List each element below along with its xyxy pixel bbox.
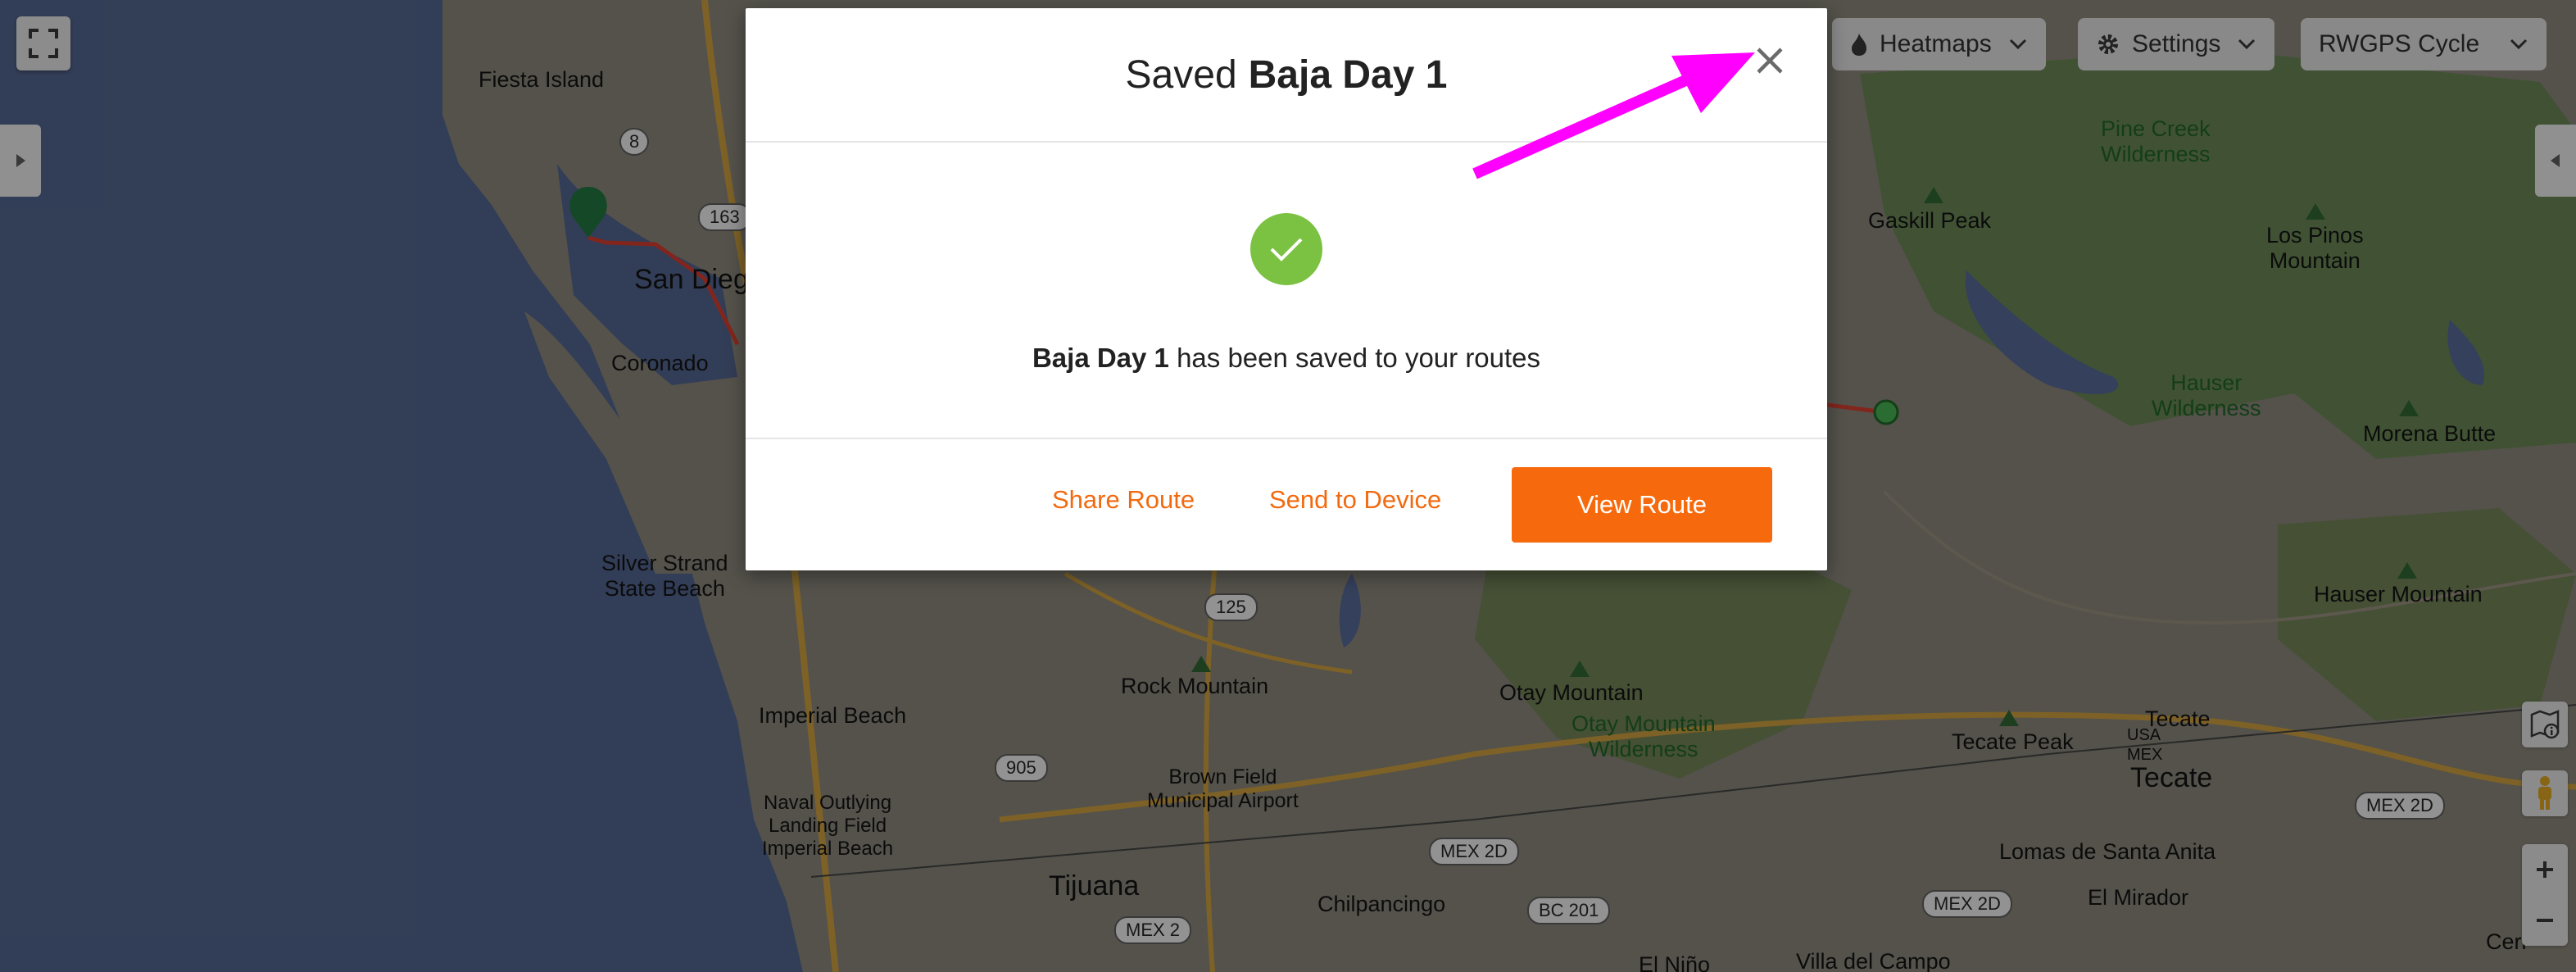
- saved-message-text: has been saved to your routes: [1177, 343, 1541, 373]
- view-route-button[interactable]: View Route: [1512, 467, 1772, 543]
- saved-message: Baja Day 1 has been saved to your routes: [1032, 343, 1540, 374]
- dialog-title-route-name: Baja Day 1: [1248, 52, 1448, 97]
- success-icon: [1250, 213, 1322, 285]
- dialog-title-prefix: Saved: [1125, 52, 1237, 97]
- dialog-footer: Share Route Send to Device View Route: [746, 439, 1827, 569]
- saved-message-route-name: Baja Day 1: [1032, 343, 1169, 373]
- send-to-device-button[interactable]: Send to Device: [1269, 485, 1441, 515]
- share-route-button[interactable]: Share Route: [1052, 485, 1195, 515]
- annotation-arrow-icon: [1472, 52, 1755, 179]
- checkmark-icon: [1270, 238, 1303, 261]
